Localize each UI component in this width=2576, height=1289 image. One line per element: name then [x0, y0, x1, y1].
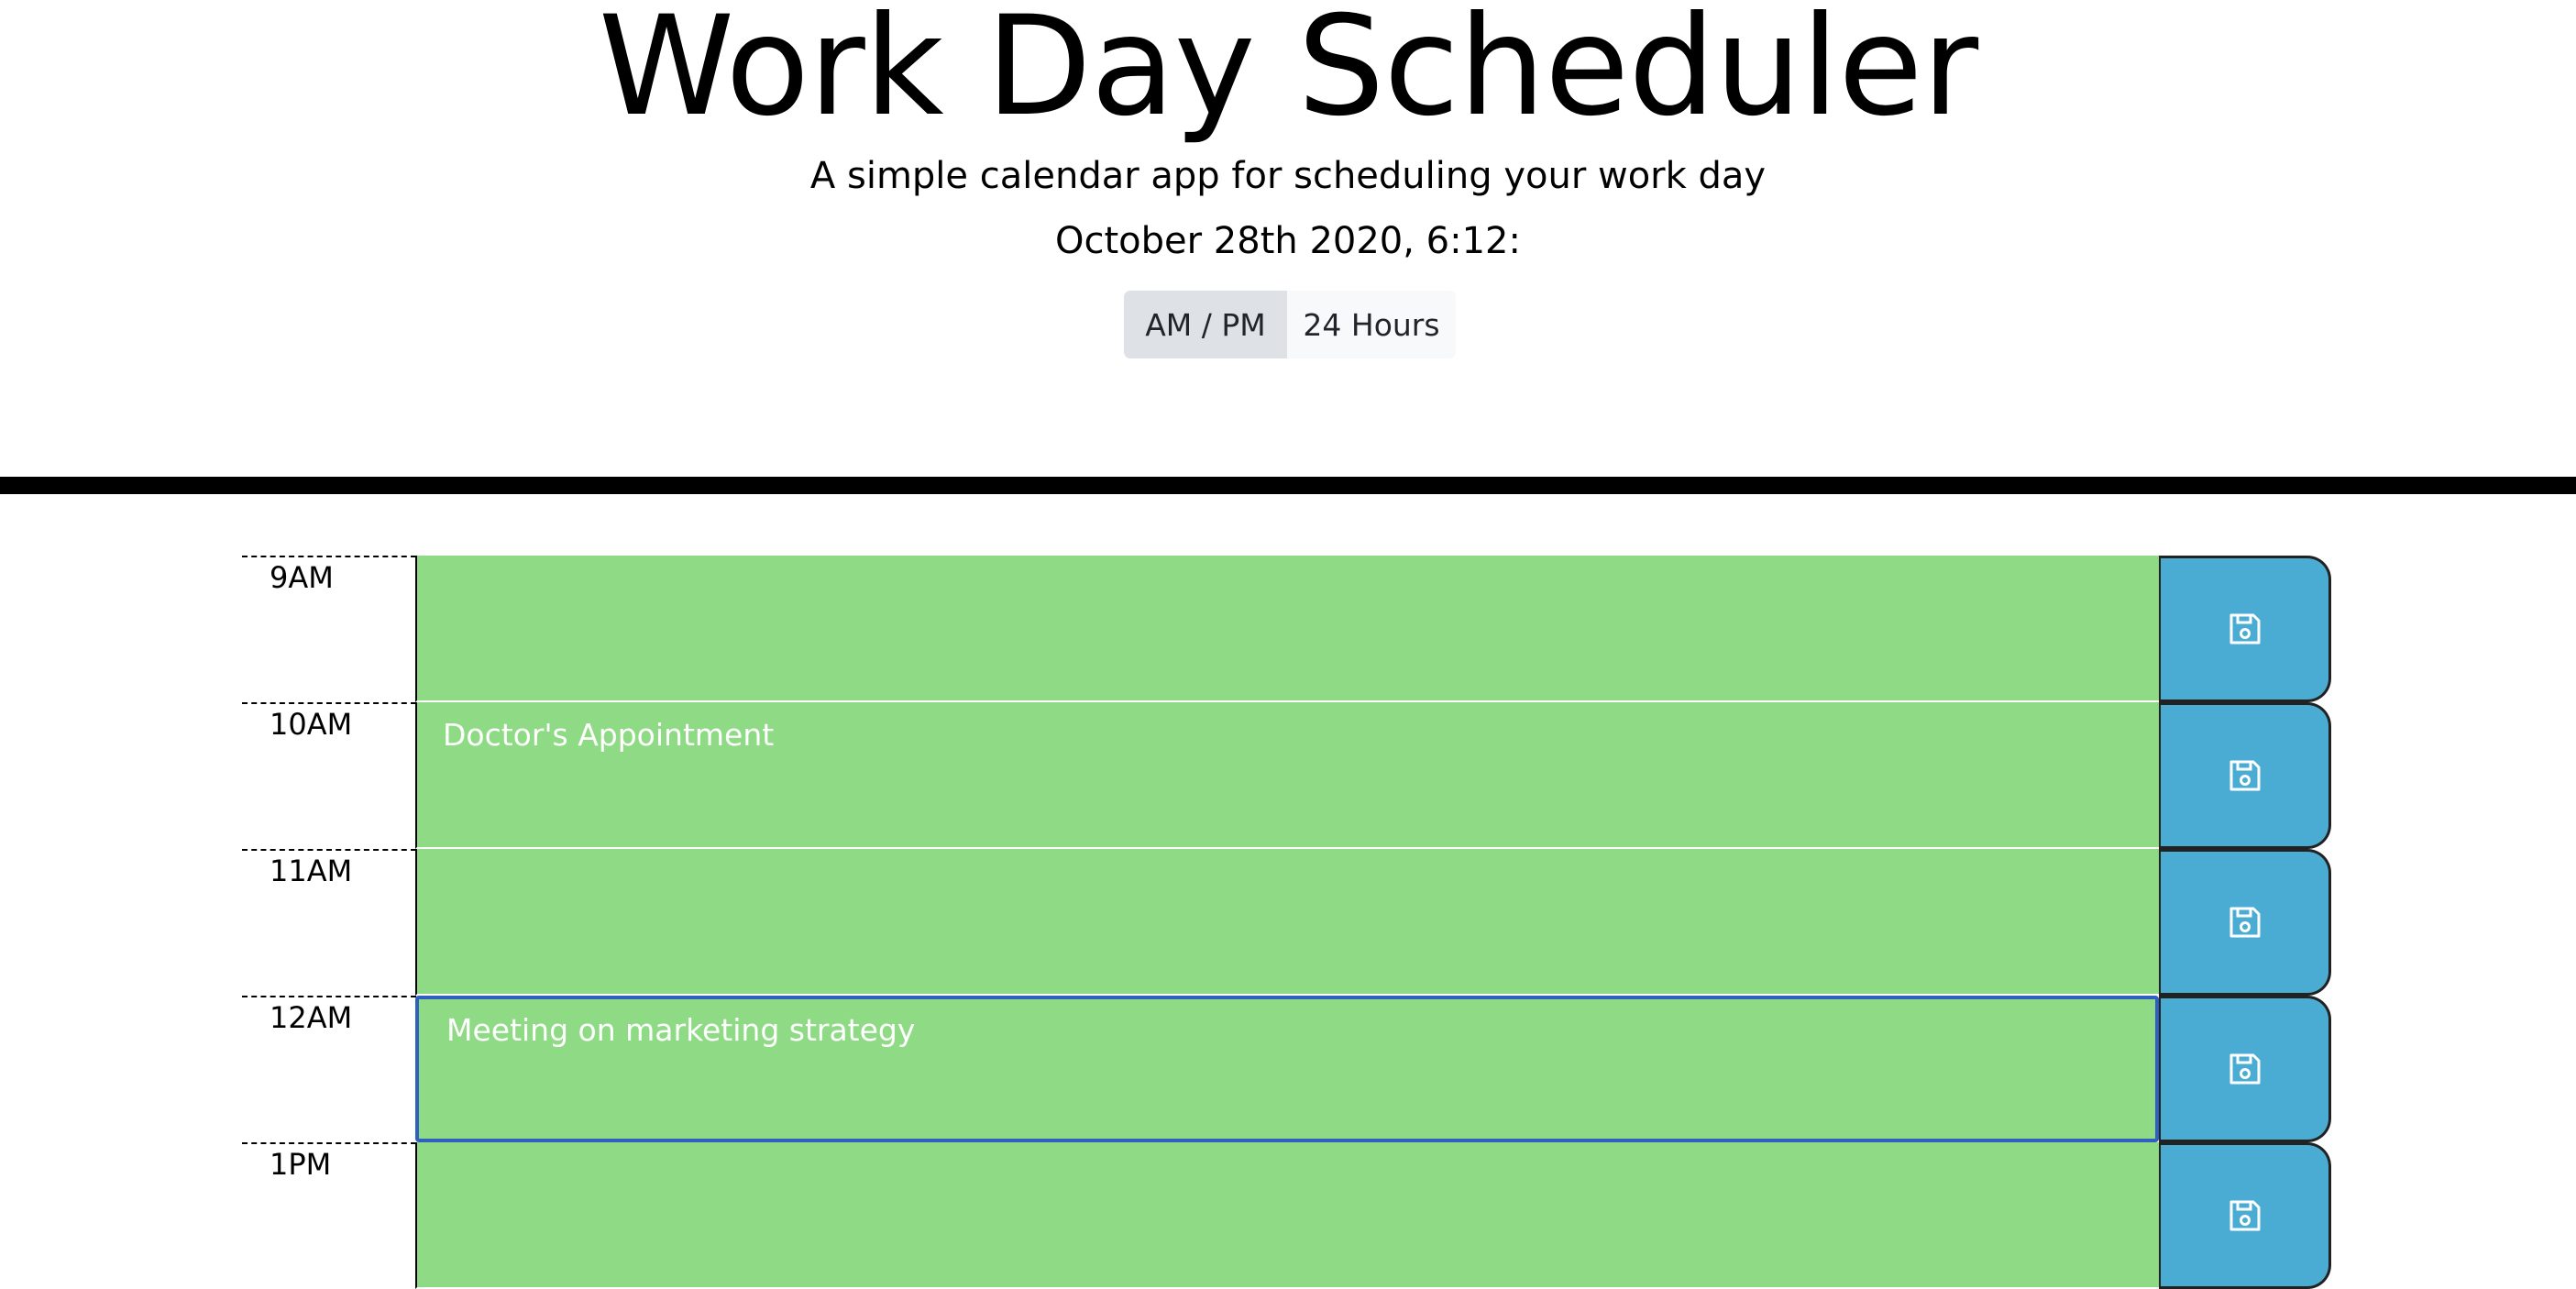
save-button[interactable] [2159, 849, 2331, 996]
page-title: Work Day Scheduler [598, 0, 1978, 147]
24-hour-format-button[interactable]: 24 Hours [1287, 291, 1456, 358]
floppy-disk-icon [2227, 1197, 2263, 1234]
time-block-row: 11AM [0, 849, 2576, 996]
event-textarea[interactable] [415, 1142, 2159, 1289]
floppy-disk-icon [2227, 757, 2263, 794]
hour-text: 10AM [270, 707, 353, 742]
hour-label: 10AM [242, 702, 416, 849]
event-textarea[interactable] [415, 556, 2159, 702]
header-divider [0, 477, 2576, 494]
hour-label: 11AM [242, 849, 416, 996]
time-block-row: 9AM [0, 556, 2576, 702]
event-textarea[interactable] [415, 849, 2159, 996]
ampm-format-button[interactable]: AM / PM [1124, 291, 1287, 358]
floppy-disk-icon [2227, 904, 2263, 941]
floppy-disk-icon [2227, 1051, 2263, 1087]
event-textarea[interactable]: Doctor's Appointment [415, 702, 2159, 849]
save-button[interactable] [2159, 996, 2331, 1142]
hour-label: 1PM [242, 1142, 416, 1289]
save-button[interactable] [2159, 1142, 2331, 1289]
hour-text: 12AM [270, 1000, 353, 1035]
floppy-disk-icon [2227, 611, 2263, 647]
save-button[interactable] [2159, 702, 2331, 849]
save-button[interactable] [2159, 556, 2331, 702]
hour-text: 11AM [270, 854, 353, 888]
time-format-toggle: AM / PM 24 Hours [1124, 291, 1456, 358]
hour-label: 9AM [242, 556, 416, 702]
current-datetime: October 28th 2020, 6:12: [1055, 220, 1521, 262]
page-subtitle: A simple calendar app for scheduling you… [809, 155, 1767, 197]
hour-text: 9AM [270, 560, 334, 595]
time-block-row: 12AM Meeting on marketing strategy [0, 996, 2576, 1142]
time-block-row: 1PM [0, 1142, 2576, 1289]
hour-text: 1PM [270, 1147, 332, 1182]
time-block-row: 10AM Doctor's Appointment [0, 702, 2576, 849]
event-textarea[interactable]: Meeting on marketing strategy [415, 996, 2159, 1142]
hour-label: 12AM [242, 996, 416, 1142]
